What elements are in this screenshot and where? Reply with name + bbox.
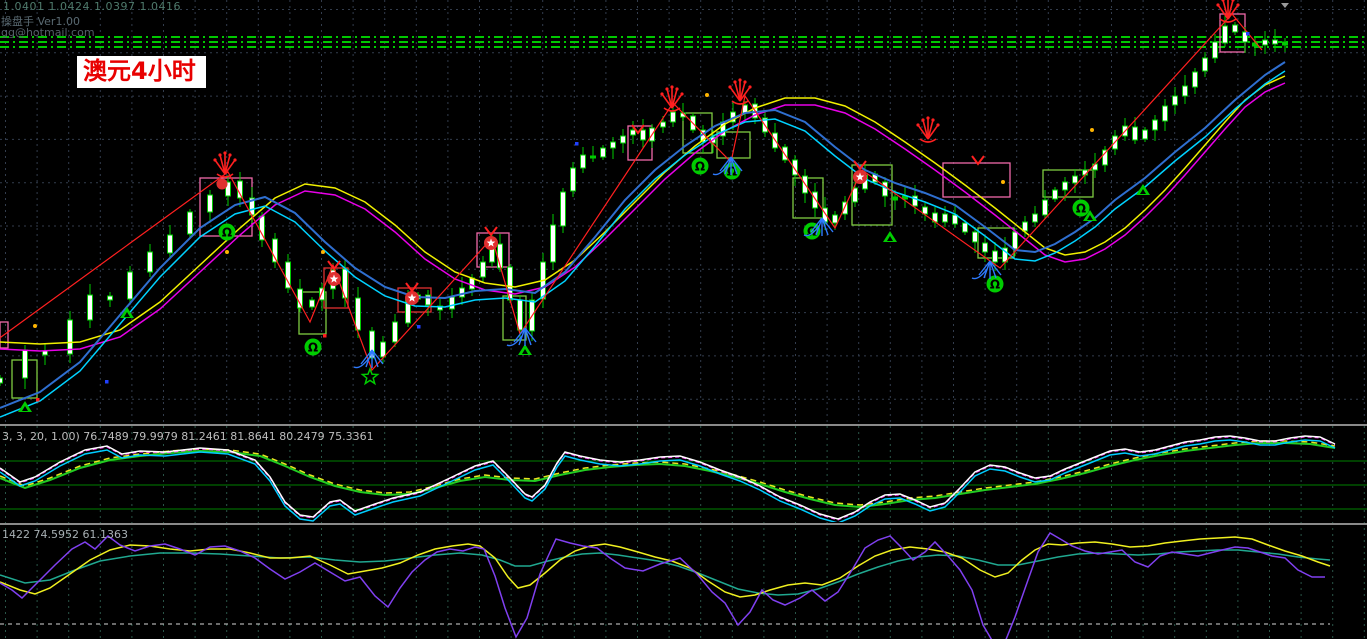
down-v-arrow-icon [484,226,498,237]
oscillator-panel [0,531,1331,639]
bottom-star-icon [360,366,380,386]
candles-layer [0,16,1288,389]
upper-channel-band [0,36,1367,48]
sell-star-icon [853,170,867,184]
omega-ball-icon: Ω [218,223,236,241]
sell-star-icon [484,236,498,250]
svg-text:Ω: Ω [990,278,1000,292]
up-triangle-icon [1136,184,1150,195]
top-crown-icon [660,85,684,112]
red-dot-icon [36,398,40,402]
trading-chart-window: ΩΩΩΩΩΩΩ 1.0401 1.0424 1.0397 1.0416 操盘手 … [0,0,1367,639]
blue-square-icon [1246,32,1250,36]
period-marker-icon [1281,3,1289,8]
red-dot-icon [323,334,327,338]
red-ball-icon [216,178,228,190]
yellow-dot-icon [1090,128,1094,132]
bottom-fan-icon [353,349,384,369]
zigzag-line [0,13,1263,372]
price-chart-surface[interactable]: ΩΩΩΩΩΩΩ [0,0,1367,639]
omega-ball-icon: Ω [304,338,322,356]
yellow-dot-icon [321,250,325,254]
omega-ball-icon: Ω [986,275,1004,293]
yellow-dot-icon [33,324,37,328]
blue-square-icon [105,380,109,384]
up-triangle-icon [883,231,897,242]
sell-star-icon [327,272,341,286]
svg-text:Ω: Ω [308,341,318,355]
yellow-dot-icon [705,93,709,97]
signal-boxes [0,13,1246,399]
moving-averages [0,61,1286,418]
svg-text:Ω: Ω [222,226,232,240]
svg-text:Ω: Ω [695,160,705,174]
stochastic-panel [0,435,1367,522]
blue-square-icon [417,325,421,329]
panel-dividers [0,424,1367,525]
omega-ball-icon: Ω [691,157,709,175]
yellow-dot-icon [1001,180,1005,184]
blue-square-icon [575,142,579,146]
top-crown-icon [213,151,237,178]
ma-slow-yellow [0,75,1286,345]
up-triangle-icon [18,401,32,412]
omega-ball-icon: Ω [1072,199,1090,217]
sell-star-icon [405,291,419,305]
svg-text:Ω: Ω [1076,202,1086,216]
yellow-dot-icon [225,250,229,254]
top-crown-icon [916,116,940,143]
